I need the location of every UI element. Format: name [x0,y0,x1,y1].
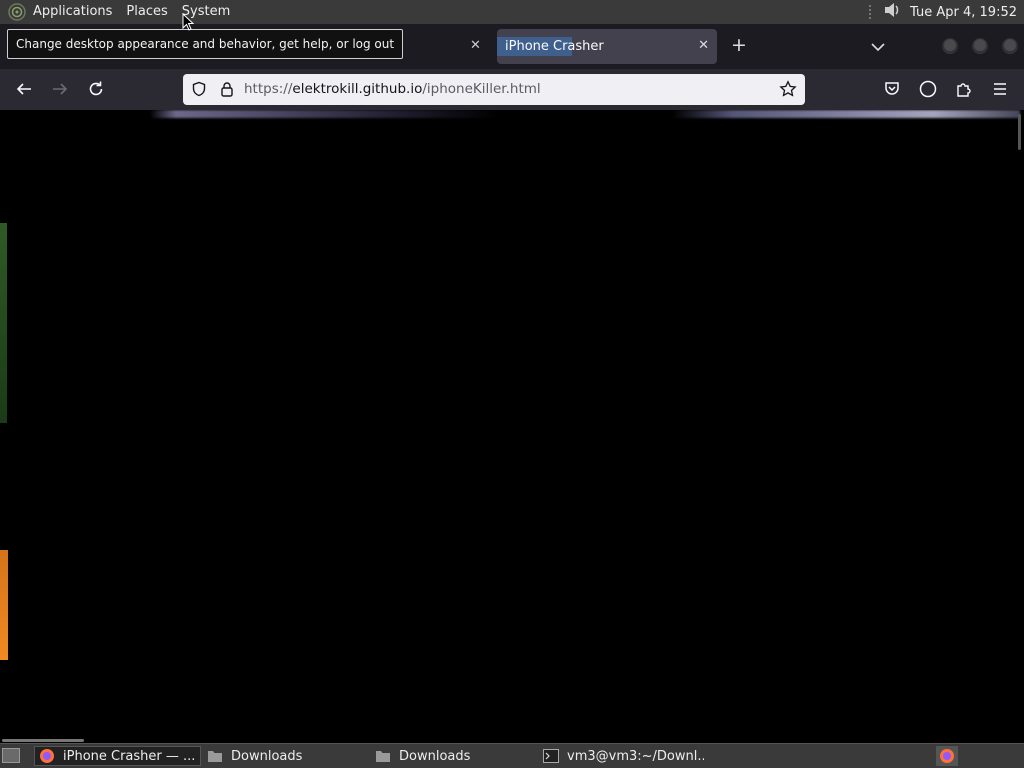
orange-edge-graphic [0,550,8,660]
page-scrollbar-thumb[interactable] [1018,114,1021,150]
tab-title: iPhone Crasher [497,37,612,56]
system-menu-tooltip: Change desktop appearance and behavior, … [7,29,404,59]
browser-nav-bar: https://elektrokill.github.io/iphoneKill… [0,69,1024,110]
web-page-content[interactable] [0,110,1024,743]
folder-icon [375,748,391,764]
url-prefix: https:// [244,81,293,97]
list-all-tabs-chevron-down-icon[interactable] [870,39,886,58]
previous-tab-close-icon[interactable]: ✕ [470,38,481,53]
horizontal-scrollbar[interactable] [2,739,84,742]
maximize-window-icon[interactable] [972,38,988,54]
pocket-icon[interactable] [883,80,901,98]
taskbar-item-label: iPhone Crasher — ... [63,748,196,764]
bookmark-star-icon[interactable] [779,80,797,98]
taskbar-item-downloads-1[interactable]: Downloads [203,746,368,766]
panel-grip-handle[interactable] [868,4,873,20]
bottom-taskbar: iPhone Crasher — ... Downloads Downloads… [0,743,1024,768]
taskbar-item-terminal[interactable]: vm3@vm3:~/Downl... [539,746,704,766]
minimize-window-icon[interactable] [942,38,958,54]
mouse-cursor-icon [182,12,195,35]
back-arrow-icon[interactable] [15,80,33,98]
tab-iphone-crasher[interactable]: iPhone Crasher ✕ [497,29,717,64]
places-menu[interactable]: Places [119,0,174,24]
applications-menu[interactable]: Applications [26,0,119,24]
tray-firefox-icon[interactable] [936,746,958,766]
url-bar[interactable]: https://elektrokill.github.io/iphoneKill… [183,74,805,105]
new-tab-icon[interactable]: + [731,36,747,55]
forward-arrow-icon[interactable] [51,80,69,98]
tab-close-icon[interactable]: ✕ [698,38,709,53]
panel-tray: Tue Apr 4, 19:52 [868,0,1024,24]
taskbar-item-label: Downloads [399,748,471,764]
taskbar-item-label: Downloads [231,748,303,764]
url-domain: elektrokill.github.io [292,81,423,97]
extensions-puzzle-icon[interactable] [955,80,973,98]
account-icon[interactable] [919,80,937,98]
tracking-protection-shield-icon[interactable] [190,80,208,98]
top-panel: Applications Places System Tue Apr 4, 19… [0,0,1024,24]
reload-icon[interactable] [87,80,105,98]
taskbar-item-firefox[interactable]: iPhone Crasher — ... [34,746,201,766]
mate-logo-icon[interactable] [8,3,26,21]
page-glow-graphic [150,110,1020,118]
url-text[interactable]: https://elektrokill.github.io/iphoneKill… [244,80,541,99]
volume-icon[interactable] [882,0,902,24]
panel-clock[interactable]: Tue Apr 4, 19:52 [902,5,1024,20]
taskbar-item-label: vm3@vm3:~/Downl... [567,748,704,764]
green-edge-graphic [0,223,7,423]
firefox-icon [39,748,55,764]
close-window-icon[interactable] [1002,38,1018,54]
show-desktop-icon[interactable] [2,748,20,763]
url-path: /iphoneKiller.html [422,81,541,97]
hamburger-menu-icon[interactable] [991,80,1009,98]
taskbar-item-downloads-2[interactable]: Downloads [371,746,536,766]
terminal-icon [543,748,559,764]
lock-icon[interactable] [218,80,236,98]
folder-icon [207,748,223,764]
